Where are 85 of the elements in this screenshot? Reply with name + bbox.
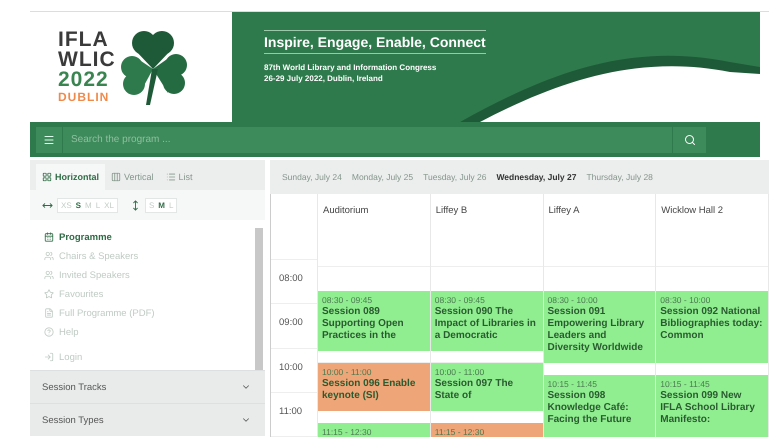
menu-item[interactable]: Login bbox=[44, 348, 255, 366]
session-title: Session 096 Enable keynote (SI) bbox=[322, 378, 416, 402]
star-icon bbox=[44, 289, 54, 299]
session-time: 10:00 - 11:00 bbox=[322, 367, 372, 377]
session-title: Session 098 Knowledge Café: Facing the Future bbox=[548, 390, 632, 426]
menu-item[interactable]: Chairs & Speakers bbox=[44, 247, 255, 265]
day-tab[interactable]: Thursday, July 28 bbox=[586, 172, 653, 182]
layout-icon bbox=[42, 172, 52, 182]
filter-dropdown[interactable]: Session Tracks bbox=[30, 370, 265, 403]
logo-city: DUBLIN bbox=[58, 90, 110, 104]
day-tab[interactable]: Tuesday, July 26 bbox=[423, 172, 486, 182]
session-block[interactable]: 11:15 - 12:30 bbox=[318, 423, 430, 437]
session-title: Session 089 Supporting Open Practices in the bbox=[322, 306, 405, 342]
session-time: 08:30 - 10:00 bbox=[548, 295, 599, 305]
session-time: 11:15 - 12:30 bbox=[322, 427, 372, 437]
session-title: Session 097 The State of bbox=[434, 378, 514, 402]
scrollbar[interactable] bbox=[255, 228, 263, 370]
users-icon bbox=[44, 270, 54, 280]
hour-label: 09:00 bbox=[279, 317, 303, 328]
congress-subtitle: 26-29 July 2022, Dublin, Ireland bbox=[264, 73, 384, 84]
congress-subtitle: 87th World Library and Information Congress bbox=[264, 62, 438, 73]
filter-label: Session Types bbox=[42, 414, 104, 426]
session-time: 08:30 - 09:45 bbox=[322, 295, 374, 305]
menu-item[interactable]: Help bbox=[44, 323, 255, 341]
size-option[interactable]: L bbox=[96, 200, 100, 210]
session-time: 10:00 - 11:00 bbox=[434, 367, 486, 377]
session-block[interactable]: 10:00 - 11:00 Session 097 The State of bbox=[430, 363, 542, 411]
room-header: Liffey A bbox=[548, 205, 580, 216]
menu-item[interactable]: Full Programme (PDF) bbox=[44, 304, 255, 322]
file-icon bbox=[44, 308, 54, 318]
session-block[interactable]: 08:30 - 10:00 Session 092 National Bibliographies today: Common bbox=[656, 291, 768, 363]
filter-dropdown[interactable]: Session Types bbox=[30, 403, 265, 436]
hour-label: 08:00 bbox=[279, 273, 303, 284]
session-time: 08:30 - 10:00 bbox=[660, 295, 712, 305]
day-tab[interactable]: Monday, July 25 bbox=[352, 172, 414, 182]
session-title: Session 092 National Bibliographies today: Common bbox=[660, 306, 764, 342]
view-tab[interactable]: List bbox=[160, 164, 199, 190]
layout-icon bbox=[111, 172, 121, 182]
room-header: Auditorium bbox=[323, 205, 368, 216]
login-icon bbox=[44, 352, 54, 362]
room-header: Liffey B bbox=[436, 205, 468, 216]
size-option[interactable]: XL bbox=[104, 200, 114, 210]
search-icon bbox=[684, 134, 696, 146]
session-block[interactable]: 10:00 - 11:00 Session 096 Enable keynote (SI) bbox=[318, 363, 430, 411]
logo-text: 2022 bbox=[58, 70, 110, 90]
session-block[interactable]: 10:15 - 11:45 Session 098 Knowledge Café: Facing the Future bbox=[544, 375, 656, 437]
day-tab[interactable]: Sunday, July 24 bbox=[282, 172, 342, 182]
users-icon bbox=[44, 251, 54, 261]
session-block[interactable]: 11:15 - 12:30 bbox=[430, 423, 542, 437]
size-option[interactable]: S bbox=[148, 200, 154, 210]
view-tab[interactable]: Vertical bbox=[105, 164, 160, 190]
session-title: Session 099 New IFLA School Library Manifesto: bbox=[660, 390, 756, 426]
tagline: Inspire, Engage, Enable, Connect bbox=[264, 30, 486, 54]
size-option[interactable]: XS bbox=[61, 200, 72, 210]
session-title: Session 090 The Impact of Libraries in a Democratic bbox=[434, 306, 537, 342]
size-option[interactable]: L bbox=[168, 200, 174, 210]
session-time: 08:30 - 09:45 bbox=[434, 295, 486, 305]
day-tab[interactable]: Wednesday, July 27 bbox=[496, 172, 576, 182]
session-block[interactable]: 08:30 - 09:45 Session 089 Supporting Open Practices in the bbox=[318, 291, 430, 351]
search-button[interactable] bbox=[672, 126, 706, 152]
menu-item[interactable]: Programme bbox=[44, 228, 255, 246]
search-field[interactable]: Search the program ... bbox=[62, 126, 672, 152]
calendar-icon bbox=[44, 232, 54, 242]
session-time: 10:15 - 11:45 bbox=[548, 379, 598, 389]
session-time: 11:15 - 12:30 bbox=[434, 427, 486, 437]
hour-label: 10:00 bbox=[279, 362, 303, 373]
menu-button[interactable] bbox=[36, 126, 62, 152]
help-icon bbox=[44, 327, 54, 337]
session-time: 10:15 - 11:45 bbox=[660, 379, 711, 389]
session-block[interactable]: 08:30 - 09:45 Session 090 The Impact of Libraries in a Democratic bbox=[430, 291, 542, 351]
menu-item[interactable]: Favourites bbox=[44, 285, 255, 303]
room-header: Wicklow Hall 2 bbox=[661, 205, 724, 216]
view-tab[interactable]: Horizontal bbox=[36, 164, 105, 190]
size-option[interactable]: M bbox=[85, 200, 92, 210]
hour-label: 11:00 bbox=[279, 406, 302, 417]
session-block[interactable]: 10:15 - 11:45 Session 099 New IFLA School Library Manifesto: bbox=[656, 375, 768, 437]
logo-text: IFLA bbox=[58, 30, 110, 50]
filter-label: Session Tracks bbox=[42, 382, 106, 392]
menu-icon bbox=[43, 134, 55, 146]
size-option[interactable]: M bbox=[158, 200, 165, 210]
menu-item[interactable]: Invited Speakers bbox=[44, 266, 255, 284]
logo-text: WLIC bbox=[58, 50, 116, 70]
session-block[interactable]: 08:30 - 10:00 Session 091 Empowering Library Leaders and Diversity Worldwide bbox=[544, 291, 656, 363]
size-option[interactable]: S bbox=[76, 200, 82, 210]
session-title: Session 091 Empowering Library Leaders and Diversity Worldwide bbox=[548, 306, 646, 354]
